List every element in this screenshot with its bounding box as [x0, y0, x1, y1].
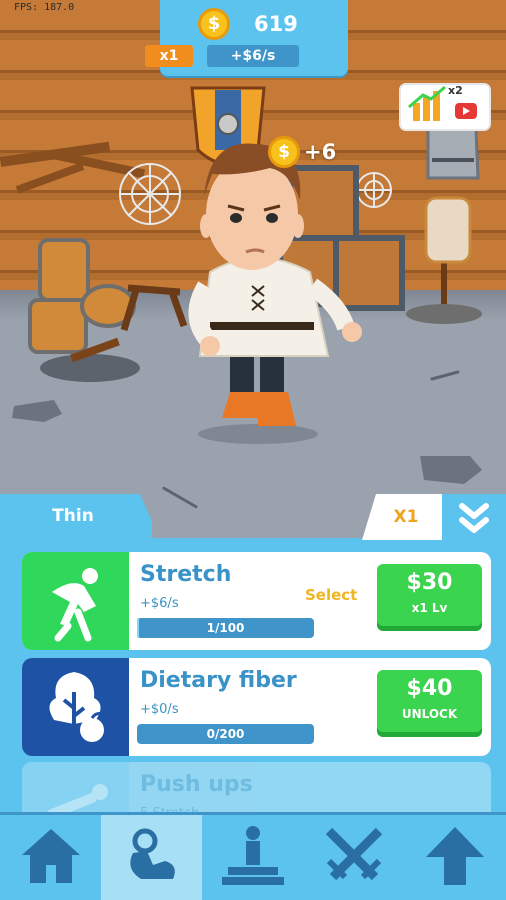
- floating-reward-text: +6: [304, 140, 337, 164]
- cobweb-icon: [356, 172, 392, 208]
- armor-stand: [406, 120, 482, 324]
- x2-label: x2: [448, 84, 463, 97]
- up-arrow-icon: [426, 827, 484, 885]
- barrels: [28, 238, 136, 354]
- unlock-label: UNLOCK: [401, 707, 458, 721]
- coin-balance: 619: [254, 12, 298, 36]
- income-multiplier-badge: x1: [145, 45, 193, 67]
- rock: [12, 400, 62, 422]
- buy-multiplier-label: X1: [393, 507, 419, 527]
- upgrade-card-dietary-fiber: Dietary fiber +$0/s 0/200 $40 UNLOCK: [22, 658, 491, 756]
- upgrade-progress-bar: 1/100: [137, 618, 314, 638]
- tree-apple-icon: [49, 672, 104, 742]
- stretch-figure-icon: [52, 568, 98, 642]
- buy-price: $40: [406, 676, 453, 701]
- upgrade-rate: +$6/s: [140, 596, 179, 611]
- nav-home[interactable]: [0, 815, 101, 900]
- upgrade-title: Dietary fiber: [140, 668, 297, 693]
- buy-price: $30: [406, 570, 453, 595]
- upgrade-icon-tile: [22, 658, 129, 756]
- panel-tab-strip: Thin X1: [0, 494, 506, 540]
- double-chevron-down-icon: [459, 503, 489, 533]
- coin-icon: $: [198, 8, 230, 40]
- broken-stool: [120, 284, 188, 332]
- upgrade-title: Push ups: [140, 772, 253, 797]
- muscle-arm-icon: [130, 828, 175, 879]
- upgrade-card-stretch: Stretch +$6/s 1/100 Select $30 x1 Lv: [22, 552, 491, 650]
- game-scene: FPS: 187.0 $ 619 x1 +$6/s x2 $ +6: [0, 0, 506, 540]
- upgrade-progress-bar: 0/200: [137, 724, 314, 744]
- nav-ranking[interactable]: [202, 815, 303, 900]
- buy-upgrade-button[interactable]: $30 x1 Lv: [377, 564, 482, 626]
- upgrade-progress-text: 1/100: [206, 621, 245, 635]
- income-rate-badge: +$6/s: [207, 45, 299, 67]
- chart-video-icon: [408, 85, 477, 121]
- buy-level-label: x1 Lv: [411, 601, 448, 615]
- upgrade-panel: Thin X1 Stretch +$6/s 1/100 Select $30 x…: [0, 494, 506, 900]
- nav-training[interactable]: [101, 815, 202, 900]
- home-icon: [22, 829, 80, 883]
- podium-figure-icon: [222, 826, 284, 885]
- fps-counter: FPS: 187.0: [14, 2, 75, 13]
- upgrade-select-label[interactable]: Select: [305, 586, 357, 604]
- unlock-upgrade-button[interactable]: $40 UNLOCK: [377, 670, 482, 732]
- upgrade-title: Stretch: [140, 562, 232, 587]
- bottom-navigation: [0, 812, 506, 900]
- scene-props: [0, 86, 482, 484]
- upgrade-progress-text: 0/200: [206, 727, 245, 741]
- upgrade-icon-tile: [22, 552, 129, 650]
- rock: [420, 456, 482, 484]
- broken-planks: [0, 141, 146, 194]
- crossed-swords-icon: [325, 827, 383, 881]
- collapse-panel-button[interactable]: [442, 494, 506, 540]
- coin-icon: $: [268, 136, 300, 168]
- cobweb-icon: [119, 163, 181, 225]
- upgrade-rate: +$0/s: [140, 702, 179, 717]
- tab-thin-label: Thin: [52, 506, 94, 526]
- nav-upgrade[interactable]: [404, 815, 505, 900]
- x2-video-boost-button[interactable]: [399, 83, 491, 131]
- nav-battle[interactable]: [303, 815, 404, 900]
